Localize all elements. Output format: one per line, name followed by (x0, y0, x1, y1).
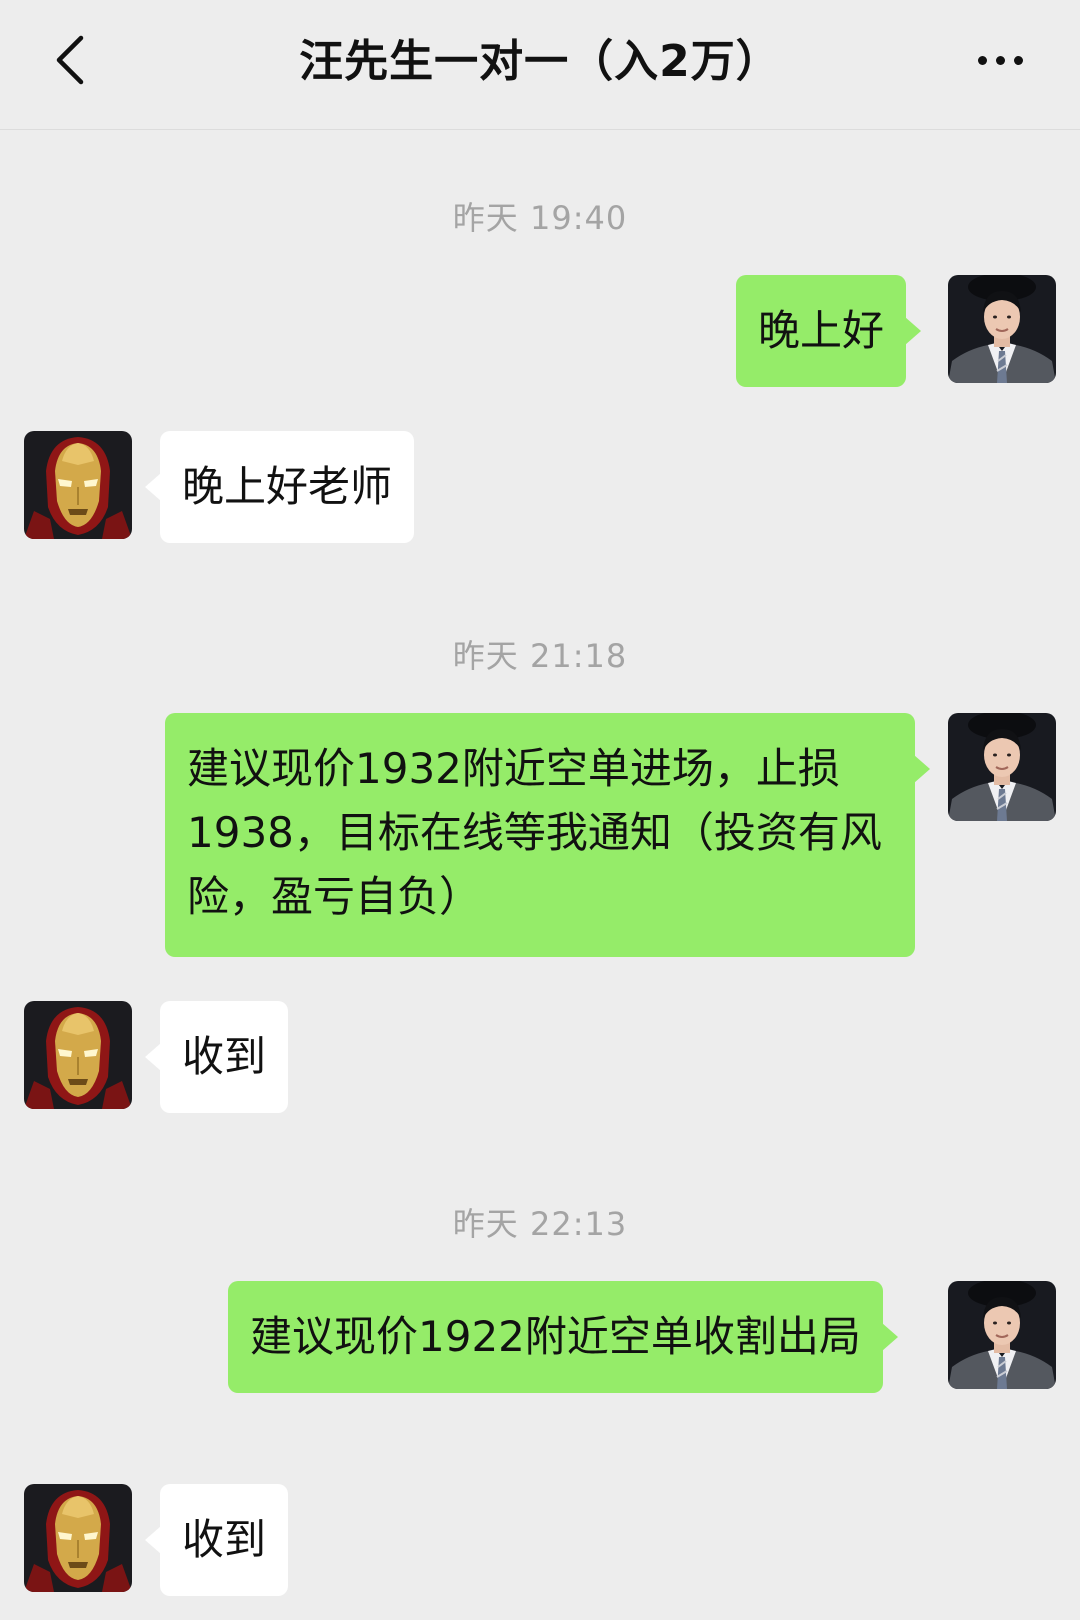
iron-man-helmet-icon (24, 1001, 132, 1109)
timestamp: 昨天 21:18 (452, 637, 628, 675)
avatar-other[interactable] (24, 1484, 132, 1592)
timestamp: 昨天 22:13 (452, 1205, 628, 1243)
more-button[interactable] (960, 28, 1040, 92)
message-bubble-self[interactable]: 建议现价1922附近空单收割出局 (228, 1281, 898, 1393)
avatar-self[interactable] (948, 1281, 1056, 1389)
message-list[interactable]: 昨天 19:40 晚上好 晚上好老师 昨天 21:18 建议现价1932附近空单… (0, 131, 1080, 1620)
message-bubble-self[interactable]: 晚上好 (736, 275, 922, 387)
avatar-other[interactable] (24, 431, 132, 539)
back-button[interactable] (40, 28, 100, 92)
chat-title: 汪先生一对一（入2万） (299, 36, 781, 87)
man-portrait-icon (948, 713, 1056, 821)
message-bubble-self[interactable]: 建议现价1932附近空单进场，止损1938，目标在线等我通知（投资有风险，盈亏自… (165, 713, 930, 957)
chevron-left-icon (56, 35, 84, 85)
message-bubble-other[interactable]: 收到 (144, 1484, 289, 1596)
iron-man-helmet-icon (24, 431, 132, 539)
chat-screen: 汪先生一对一（入2万） 昨天 19:40 晚上好 晚上好老师 昨天 21:18 … (0, 0, 1080, 1620)
avatar-self[interactable] (948, 713, 1056, 821)
more-dots-icon (977, 55, 987, 65)
timestamp: 昨天 19:40 (452, 199, 628, 237)
chat-header: 汪先生一对一（入2万） (0, 0, 1080, 130)
message-bubble-other[interactable]: 收到 (144, 1001, 289, 1113)
iron-man-helmet-icon (24, 1484, 132, 1592)
avatar-other[interactable] (24, 1001, 132, 1109)
man-portrait-icon (948, 1281, 1056, 1389)
avatar-self[interactable] (948, 275, 1056, 383)
message-bubble-other[interactable]: 晚上好老师 (144, 431, 415, 543)
man-portrait-icon (948, 275, 1056, 383)
